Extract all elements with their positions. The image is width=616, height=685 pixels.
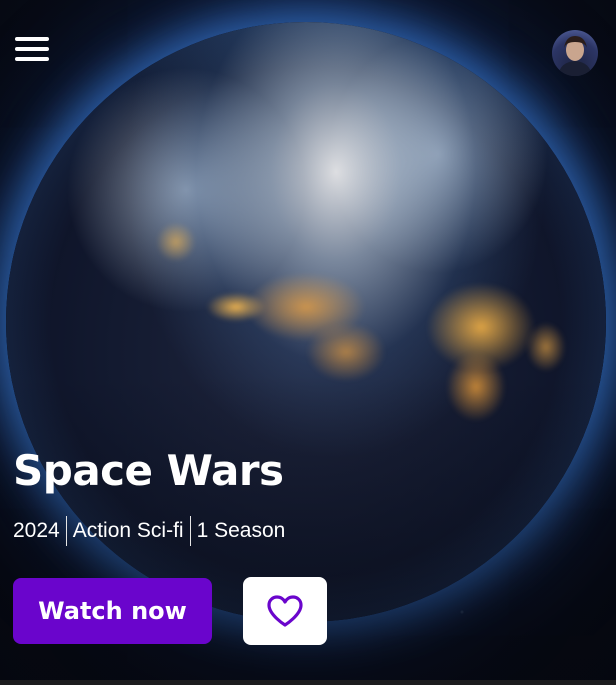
heart-outline-icon <box>267 595 303 627</box>
meta-year: 2024 <box>13 519 60 542</box>
hero-banner: Space Wars 2024 Action Sci-fi 1 Season W… <box>0 0 616 680</box>
favorite-button[interactable] <box>243 577 327 645</box>
meta-seasons: 1 Season <box>196 519 286 542</box>
show-title: Space Wars <box>13 446 284 495</box>
meta-genres: Action Sci-fi <box>72 519 184 542</box>
watch-now-button[interactable]: Watch now <box>13 578 212 644</box>
meta-divider <box>189 516 191 546</box>
avatar-person-icon <box>558 36 592 76</box>
meta-divider <box>65 516 67 546</box>
show-meta: 2024 Action Sci-fi 1 Season <box>13 516 285 546</box>
bottom-strip <box>0 680 616 685</box>
hamburger-menu-icon[interactable] <box>12 32 52 66</box>
user-avatar[interactable] <box>552 30 598 76</box>
